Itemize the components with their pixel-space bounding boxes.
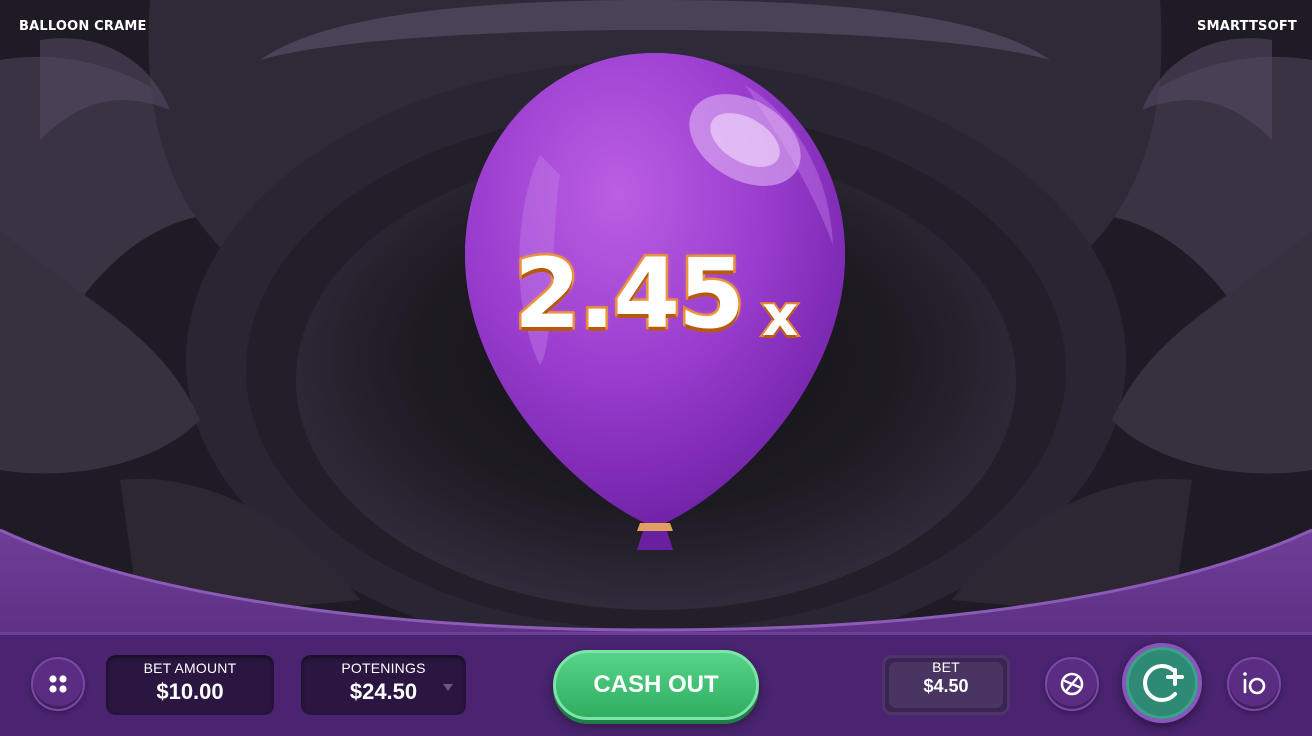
info-io-icon — [1243, 672, 1266, 695]
bet-panel[interactable]: BET $4.50 — [882, 655, 1010, 715]
auto-play-button[interactable] — [1122, 643, 1202, 723]
multiplier-suffix: x — [760, 282, 800, 351]
potential-winnings-panel[interactable]: POTENINGS $24.50 — [301, 655, 466, 715]
game-title: BALLOON CRAME — [19, 19, 147, 34]
potential-winnings-label: POTENINGS — [341, 660, 426, 676]
game-screen: 2.45 x BALLOON CRAME SMARTTSOFT BET AMOU… — [0, 0, 1312, 736]
chevron-down-icon[interactable] — [442, 683, 454, 693]
grid-dots-icon — [49, 675, 67, 693]
multiplier-value: 2.45 — [512, 236, 748, 353]
bet-value: $4.50 — [923, 676, 969, 696]
info-button[interactable] — [1227, 657, 1281, 711]
bet-label: BET — [932, 659, 960, 675]
provider-logo: SMARTTSOFT — [1197, 19, 1297, 34]
bet-amount-panel[interactable]: BET AMOUNT $10.00 — [106, 655, 274, 715]
stats-button[interactable] — [1045, 657, 1099, 711]
bet-amount-value: $10.00 — [156, 679, 224, 704]
chart-circle-icon — [1060, 672, 1084, 696]
multiplier-display: 2.45 x — [500, 230, 820, 370]
menu-button[interactable] — [31, 657, 85, 711]
cash-out-button[interactable]: CASH OUT — [553, 650, 759, 720]
bet-amount-label: BET AMOUNT — [143, 660, 237, 676]
refresh-plus-icon — [1143, 664, 1184, 702]
